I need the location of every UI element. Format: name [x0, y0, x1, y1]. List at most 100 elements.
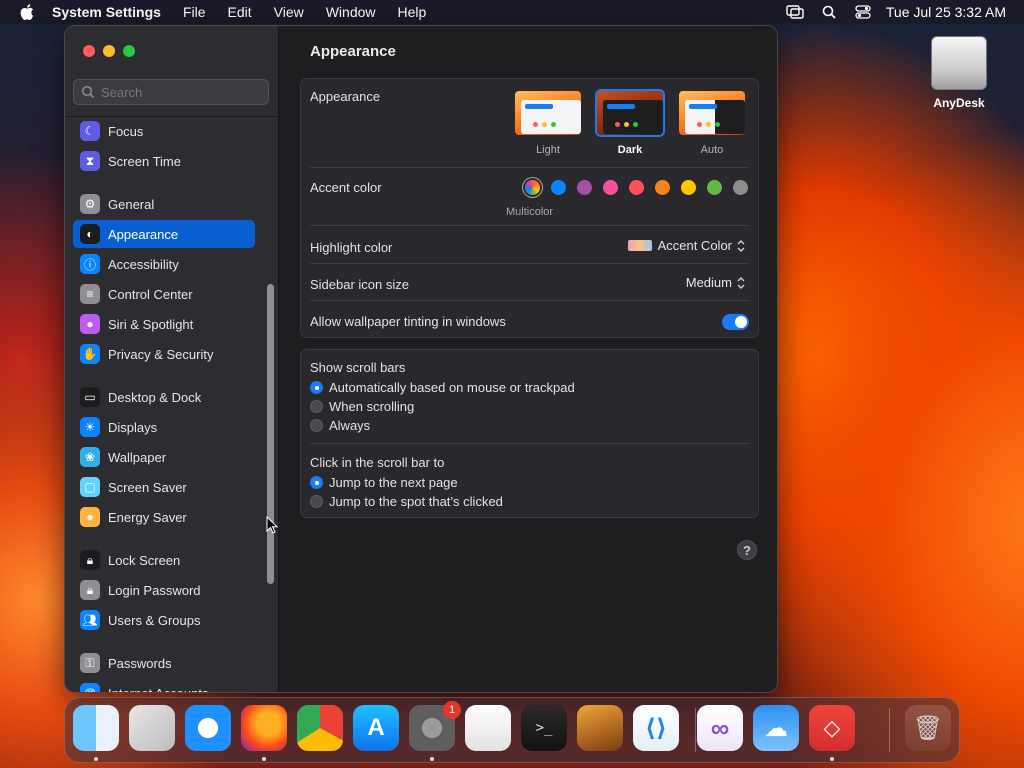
- sidebar-item-lock-screen[interactable]: 🔒︎ Lock Screen: [73, 546, 255, 574]
- click-scroll-option-spot-clicked[interactable]: Jump to the spot that’s clicked: [310, 494, 503, 509]
- accent-color-swatch[interactable]: [655, 180, 670, 195]
- appearance-group: Appearance Light Dark Auto Accent color …: [300, 78, 759, 338]
- finder-icon[interactable]: [73, 705, 119, 751]
- sidebar-item-accessibility[interactable]: ⓘ Accessibility: [73, 250, 255, 278]
- appearance-option-auto[interactable]: Auto: [677, 89, 747, 156]
- hourglass-icon: ⧗: [80, 151, 100, 171]
- app-name-menu[interactable]: System Settings: [52, 4, 161, 20]
- row-divider: [310, 300, 749, 301]
- accent-color-swatch[interactable]: [551, 180, 566, 195]
- sidebar-item-control-center[interactable]: ≡ Control Center: [73, 280, 255, 308]
- safari-icon[interactable]: [185, 705, 231, 751]
- anydesk-icon[interactable]: ◇: [809, 705, 855, 751]
- click-scroll-bar-label: Click in the scroll bar to: [310, 455, 445, 470]
- spotlight-search-icon[interactable]: [820, 5, 838, 19]
- sidebar-item-label: Siri & Spotlight: [108, 316, 194, 332]
- mouse-pointer-icon: [266, 515, 279, 534]
- sidebar-item-label: Internet Accounts: [108, 685, 209, 693]
- menu-bar-clock[interactable]: Tue Jul 25 3:32 AM: [886, 4, 1006, 20]
- sidebar-item-screen-time[interactable]: ⧗ Screen Time: [73, 147, 255, 175]
- visual-studio-icon[interactable]: ∞: [697, 705, 743, 751]
- accent-color-swatch[interactable]: [733, 180, 748, 195]
- sidebar-scrollbar[interactable]: [267, 284, 274, 584]
- lock-icon: 🔒︎: [80, 580, 100, 600]
- sidebar-item-label: Passwords: [108, 655, 172, 671]
- sun-icon: ☀: [80, 417, 100, 437]
- weather-icon[interactable]: ☁: [753, 705, 799, 751]
- radio-button[interactable]: [310, 400, 323, 413]
- show-scroll-bars-label: Show scroll bars: [310, 360, 406, 375]
- accent-color-swatch[interactable]: [707, 180, 722, 195]
- vscode-icon[interactable]: ⟨⟩: [633, 705, 679, 751]
- control-center-icon[interactable]: [854, 5, 872, 19]
- sidebar-item-siri-spotlight[interactable]: ● Siri & Spotlight: [73, 310, 255, 338]
- accent-color-swatch[interactable]: [577, 180, 592, 195]
- sidebar-item-privacy-security[interactable]: ✋ Privacy & Security: [73, 340, 255, 368]
- radio-label: Jump to the next page: [329, 475, 458, 490]
- sidebar-item-internet-accounts[interactable]: @ Internet Accounts: [73, 679, 255, 693]
- sidebar-item-displays[interactable]: ☀ Displays: [73, 413, 255, 441]
- garageband-icon[interactable]: [577, 705, 623, 751]
- dark-mode-thumbnail: [595, 89, 665, 137]
- scroll-bars-group: Show scroll bars Automatically based on …: [300, 349, 759, 518]
- appearance-option-dark[interactable]: Dark: [595, 89, 665, 156]
- apple-menu-icon[interactable]: [18, 3, 36, 21]
- sidebar-item-screen-saver[interactable]: ▢ Screen Saver: [73, 473, 255, 501]
- highlight-color-label: Highlight color: [310, 240, 393, 255]
- auto-mode-thumbnail: [677, 89, 747, 137]
- appearance-option-light[interactable]: Light: [513, 89, 583, 156]
- click-scroll-option-next-page[interactable]: Jump to the next page: [310, 475, 458, 490]
- running-indicator: [830, 757, 834, 761]
- help-button[interactable]: ?: [737, 540, 757, 560]
- accent-color-swatch[interactable]: [603, 180, 618, 195]
- menu-edit[interactable]: Edit: [228, 4, 252, 20]
- sidebar-icon-size-popup[interactable]: Medium: [686, 275, 746, 290]
- radio-button-selected[interactable]: [310, 381, 323, 394]
- users-icon: 👥︎: [80, 610, 100, 630]
- firefox-icon[interactable]: [241, 705, 287, 751]
- scroll-bars-option-always[interactable]: Always: [310, 418, 370, 433]
- siri-icon: ●: [80, 314, 100, 334]
- radio-button[interactable]: [310, 419, 323, 432]
- menu-view[interactable]: View: [274, 4, 304, 20]
- radio-button[interactable]: [310, 495, 323, 508]
- menu-help[interactable]: Help: [398, 4, 427, 20]
- highlight-color-popup[interactable]: Accent Color: [627, 238, 746, 253]
- sidebar-item-label: Screen Saver: [108, 479, 187, 495]
- sidebar-item-general[interactable]: ⚙ General: [73, 190, 255, 218]
- screen-mirroring-icon[interactable]: [786, 5, 804, 19]
- accent-color-swatch[interactable]: [629, 180, 644, 195]
- menu-file[interactable]: File: [183, 4, 206, 20]
- sidebar-item-users-groups[interactable]: 👥︎ Users & Groups: [73, 606, 255, 634]
- sidebar-item-desktop-dock[interactable]: ▭ Desktop & Dock: [73, 383, 255, 411]
- running-indicator: [430, 757, 434, 761]
- accent-color-multicolor[interactable]: [525, 180, 540, 195]
- notification-badge: 1: [443, 701, 461, 719]
- sidebar-item-passwords[interactable]: ⚿ Passwords: [73, 649, 255, 677]
- sidebar-item-label: Login Password: [108, 582, 201, 598]
- chrome-icon[interactable]: [297, 705, 343, 751]
- sidebar-item-label: Lock Screen: [108, 552, 181, 568]
- screen-saver-icon: ▢: [80, 477, 100, 497]
- scroll-bars-option-auto[interactable]: Automatically based on mouse or trackpad: [310, 380, 575, 395]
- sidebar-item-login-password[interactable]: 🔒︎ Login Password: [73, 576, 255, 604]
- sidebar-item-energy-saver[interactable]: ● Energy Saver: [73, 503, 255, 531]
- bulb-icon: ●: [80, 507, 100, 527]
- trash-icon[interactable]: 🗑︎: [905, 705, 951, 751]
- launchpad-icon[interactable]: [129, 705, 175, 751]
- textedit-icon[interactable]: [465, 705, 511, 751]
- page-title: Appearance: [310, 43, 396, 60]
- radio-button-selected[interactable]: [310, 476, 323, 489]
- sidebar-item-wallpaper[interactable]: ❀ Wallpaper: [73, 443, 255, 471]
- scroll-bars-option-when-scrolling[interactable]: When scrolling: [310, 399, 414, 414]
- sidebar-item-focus[interactable]: ☾ Focus: [73, 117, 255, 145]
- sidebar: ☾ Focus ⧗ Screen Time ⚙ General ◐ Appearance ⓘ Ac…: [65, 26, 279, 692]
- sidebar-item-appearance[interactable]: ◐ Appearance: [73, 220, 255, 248]
- menu-window[interactable]: Window: [326, 4, 376, 20]
- row-divider: [310, 167, 749, 168]
- desktop-drive-anydesk[interactable]: AnyDesk: [924, 36, 994, 110]
- terminal-icon[interactable]: >_: [521, 705, 567, 751]
- wallpaper-tinting-toggle[interactable]: [722, 314, 749, 330]
- app-store-icon[interactable]: A: [353, 705, 399, 751]
- accent-color-swatch[interactable]: [681, 180, 696, 195]
